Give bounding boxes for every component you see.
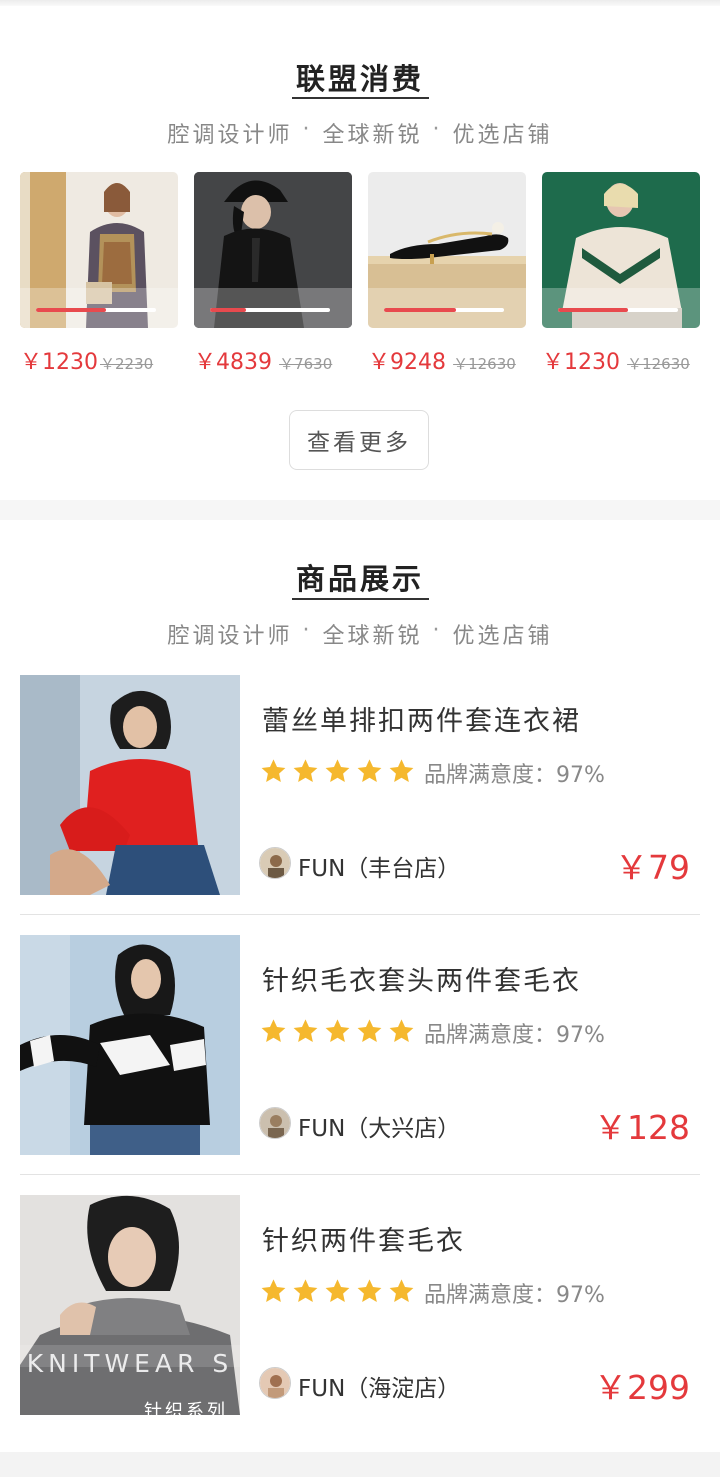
divider [20,914,700,915]
alliance-card-list: ￥1230 ￥2230 ￥4839 ￥7630 ￥9248 ￥12630 ￥12… [20,172,700,382]
star-icon [261,1019,286,1042]
subtitle-dot: · [302,618,313,643]
product-name[interactable]: 针织毛衣套头两件套毛衣 [262,959,581,998]
showcase-section: 商品展示 腔调设计师 · 全球新锐 · 优选店铺 蕾丝单排扣两件套连衣裙 品牌满… [0,520,720,1452]
store-name[interactable]: FUN（丰台店） [298,849,460,883]
brand-satisfaction: 品牌满意度：97% [424,1283,605,1308]
star-icon [389,759,414,782]
product-price: ￥299 [594,1368,690,1407]
store-avatar [259,1367,291,1399]
sale-price: ￥1230 [542,350,620,375]
star-icon [293,1279,318,1302]
store-name[interactable]: FUN（海淀店） [298,1369,460,1403]
progress-track [558,308,678,312]
star-icon [357,1019,382,1042]
subtitle-dot: · [432,618,443,643]
product-name[interactable]: 蕾丝单排扣两件套连衣裙 [262,699,581,738]
star-rating [259,757,416,785]
store-avatar [259,1107,291,1139]
product-image[interactable] [20,675,240,895]
showcase-title: 商品展示 [295,562,424,596]
price-row: ￥9248 ￥12630 [368,344,516,376]
product-image[interactable] [20,172,178,328]
alliance-card[interactable]: ￥1230 ￥12630 [542,172,700,375]
star-icon [293,1019,318,1042]
subtitle-shops: 优选店铺 [452,624,553,649]
original-price: ￥12630 [627,355,690,373]
bottom-gap [0,1452,720,1477]
star-icon [389,1019,414,1042]
subtitle-global: 全球新锐 [322,123,423,148]
sale-price: ￥4839 [194,350,272,375]
product-price: ￥128 [594,1108,690,1147]
star-icon [293,759,318,782]
progress-fill [210,308,246,312]
subtitle-dot: · [432,117,443,142]
product-name[interactable]: 针织两件套毛衣 [262,1219,465,1258]
subtitle-designer: 腔调设计师 [167,624,293,649]
star-rating [259,1017,416,1045]
progress-track [210,308,330,312]
image-overlay-knitwear: KNITWEAR S [26,1349,234,1378]
product-image[interactable] [368,172,526,328]
product-image[interactable] [20,935,240,1155]
original-price: ￥2230 [100,355,154,373]
alliance-card[interactable]: ￥4839 ￥7630 [194,172,352,375]
sale-price: ￥9248 [368,350,446,375]
product-image[interactable] [542,172,700,328]
product-item[interactable]: 针织毛衣套头两件套毛衣 品牌满意度：97% FUN（大兴店） ￥128 [20,935,700,1155]
product-item[interactable]: KNITWEAR S 针织系列 针织两件套毛衣 品牌满意度：97% FUN（海淀… [20,1195,700,1415]
star-icon [261,759,286,782]
star-icon [325,759,350,782]
divider [20,1174,700,1175]
product-price: ￥79 [615,848,690,887]
progress-fill [558,308,628,312]
subtitle-dot: · [302,117,313,142]
original-price: ￥12630 [453,355,516,373]
progress-track [384,308,504,312]
progress-track [36,308,156,312]
alliance-title: 联盟消费 [295,62,424,96]
original-price: ￥7630 [279,355,333,373]
showcase-subtitle: 腔调设计师 · 全球新锐 · 优选店铺 [0,618,720,650]
star-icon [325,1019,350,1042]
price-row: ￥4839 ￥7630 [194,344,332,376]
subtitle-global: 全球新锐 [322,624,423,649]
image-overlay-series: 针织系列 [144,1401,228,1415]
star-icon [357,1279,382,1302]
star-icon [261,1279,286,1302]
brand-satisfaction: 品牌满意度：97% [424,1023,605,1048]
product-item[interactable]: 蕾丝单排扣两件套连衣裙 品牌满意度：97% FUN（丰台店） ￥79 [20,675,700,895]
alliance-card[interactable]: ￥1230 ￥2230 [20,172,178,375]
showcase-title-underline [292,598,429,600]
progress-fill [36,308,106,312]
alliance-card[interactable]: ￥9248 ￥12630 [368,172,526,375]
brand-satisfaction: 品牌满意度：97% [424,763,605,788]
star-icon [357,759,382,782]
alliance-subtitle: 腔调设计师 · 全球新锐 · 优选店铺 [0,117,720,149]
product-image[interactable]: KNITWEAR S 针织系列 [20,1195,240,1415]
store-name[interactable]: FUN（大兴店） [298,1109,460,1143]
progress-fill [384,308,456,312]
store-avatar [259,847,291,879]
price-row: ￥1230 ￥12630 [542,344,690,376]
star-icon [325,1279,350,1302]
product-image[interactable] [194,172,352,328]
subtitle-designer: 腔调设计师 [167,123,293,148]
sale-price: ￥1230 [20,350,98,375]
view-more-button[interactable]: 查看更多 [289,410,429,470]
subtitle-shops: 优选店铺 [452,123,553,148]
star-rating [259,1277,416,1305]
alliance-title-underline [292,97,429,99]
star-icon [389,1279,414,1302]
price-row: ￥1230 ￥2230 [20,344,153,376]
alliance-section: 联盟消费 腔调设计师 · 全球新锐 · 优选店铺 ￥1230 ￥2230 ￥48… [0,6,720,500]
